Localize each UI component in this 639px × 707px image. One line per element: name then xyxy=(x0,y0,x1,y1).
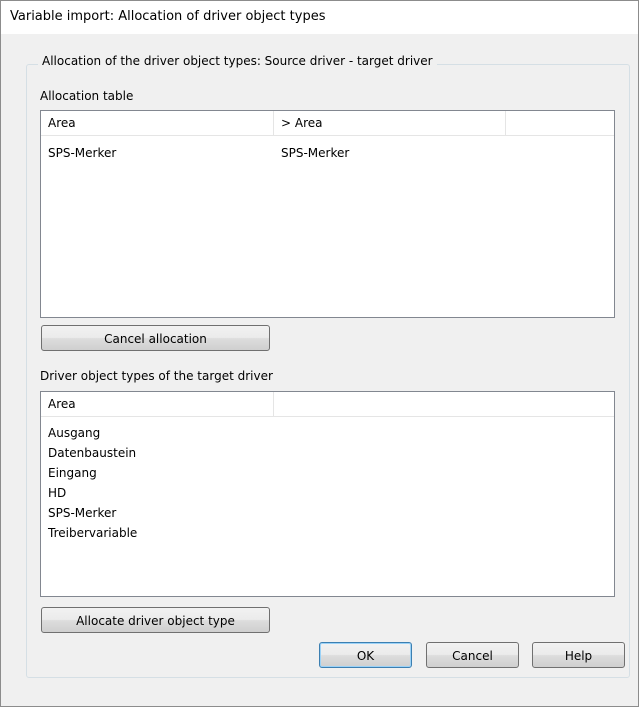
list-item-label: SPS-Merker xyxy=(48,506,117,520)
target-types-header: Area xyxy=(41,392,614,417)
list-item[interactable]: Treibervariable xyxy=(41,523,614,543)
cell-target-area: SPS-Merker xyxy=(281,146,350,160)
help-button[interactable]: Help xyxy=(532,642,625,668)
target-types-list[interactable]: Area Ausgang Datenbaustein Eingang HD SP… xyxy=(40,391,615,597)
allocate-driver-object-type-button[interactable]: Allocate driver object type xyxy=(41,607,270,633)
list-item[interactable]: HD xyxy=(41,483,614,503)
list-item-label: HD xyxy=(48,486,67,500)
column-header-empty[interactable] xyxy=(274,392,614,416)
target-types-label: Driver object types of the target driver xyxy=(40,369,273,383)
list-item-label: Eingang xyxy=(48,466,97,480)
column-header-area[interactable]: Area xyxy=(41,392,274,416)
allocation-table-label: Allocation table xyxy=(40,89,134,103)
ok-button[interactable]: OK xyxy=(319,642,412,668)
list-item-label: Ausgang xyxy=(48,426,101,440)
window-title: Variable import: Allocation of driver ob… xyxy=(10,9,326,24)
column-header-target-area[interactable]: > Area xyxy=(274,111,506,135)
allocation-table[interactable]: Area > Area SPS-Merker SPS-Merker xyxy=(40,110,615,318)
list-item-label: Datenbaustein xyxy=(48,446,137,460)
list-item-label: Treibervariable xyxy=(48,526,138,540)
table-row[interactable]: SPS-Merker SPS-Merker xyxy=(41,143,614,163)
cancel-allocation-button[interactable]: Cancel allocation xyxy=(41,325,270,351)
column-header-empty[interactable] xyxy=(506,111,614,135)
column-header-area[interactable]: Area xyxy=(41,111,274,135)
list-item[interactable]: SPS-Merker xyxy=(41,503,614,523)
list-item[interactable]: Eingang xyxy=(41,463,614,483)
cell-area: SPS-Merker xyxy=(48,146,117,160)
title-bar[interactable]: Variable import: Allocation of driver ob… xyxy=(1,1,638,34)
groupbox-title: Allocation of the driver object types: S… xyxy=(38,54,437,68)
cancel-button[interactable]: Cancel xyxy=(426,642,519,668)
list-item[interactable]: Ausgang xyxy=(41,423,614,443)
list-item[interactable]: Datenbaustein xyxy=(41,443,614,463)
allocation-table-header: Area > Area xyxy=(41,111,614,136)
